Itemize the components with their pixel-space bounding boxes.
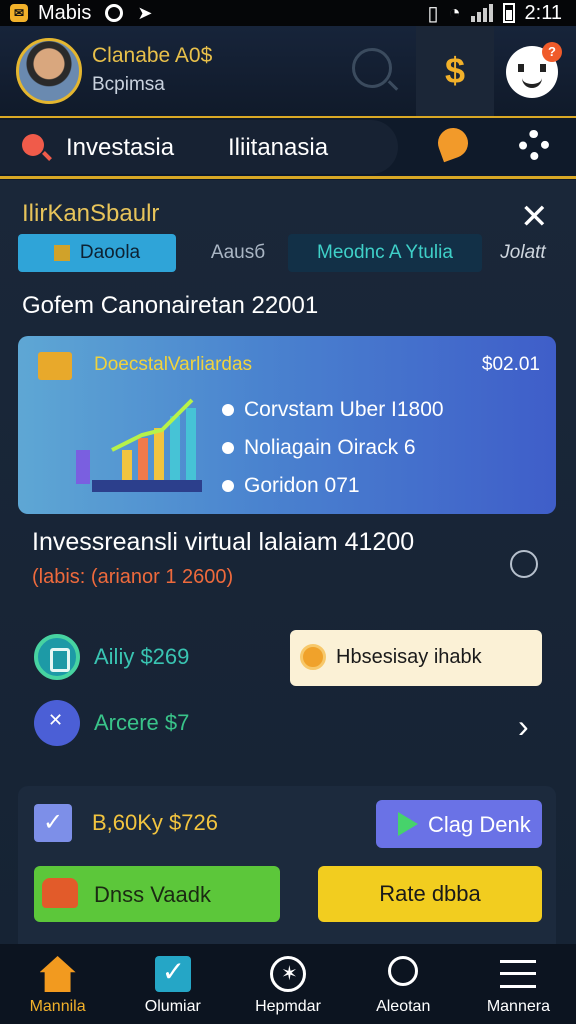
coin-icon <box>300 644 326 670</box>
clock: 2:11 <box>524 1 562 24</box>
app-header: Clanabe A0$ Bcpimsa $ ? <box>0 26 576 118</box>
warning-line: (labis: (arianor 1 2600) <box>32 566 234 588</box>
checkbox-icon <box>154 955 191 992</box>
dnd-icon <box>105 4 124 22</box>
hb-button[interactable]: Hbsesisay ihabk <box>290 630 542 686</box>
profile-face-icon[interactable]: ? <box>506 42 562 98</box>
nav-item-explore[interactable]: Hepmdar <box>230 944 345 1024</box>
segment-meodnc[interactable]: Meodnc A Ytulia <box>288 234 482 272</box>
section-heading: Gofem Canonairetan 22001 <box>22 292 319 319</box>
investment-line: Invessreansli virtual lalaiam 41200 <box>32 528 415 556</box>
star-icon <box>270 956 306 992</box>
balance-1: Ailiy $269 <box>94 644 190 669</box>
close-icon[interactable]: ✕ <box>520 200 549 234</box>
action-card: B,60Ky $726 Clag Denk Dnss Vaadk Rate db… <box>18 786 556 956</box>
wifi-icon: ◔ <box>448 1 461 24</box>
main-panel: IlirKanSbaulr ✕ Daoola Aausб Meodnc A Yt… <box>0 180 576 956</box>
summary-card[interactable]: DoecstalVarliardas $02.01 Corvstam Uber … <box>18 336 556 514</box>
coin-icon <box>53 244 70 261</box>
nav-item-home[interactable]: Mannila <box>0 944 115 1024</box>
battery-icon <box>502 3 515 23</box>
menu-icon <box>500 960 537 988</box>
vibrate-icon: ▯ <box>427 2 439 25</box>
stat-1: Corvstam Uber I1800 <box>222 398 444 422</box>
carrier-icon: ✉ <box>10 4 28 22</box>
day-button[interactable]: Clag Denk <box>376 800 542 848</box>
chevron-right-icon[interactable]: › <box>518 708 529 745</box>
segment-tabs: Daoola Aausб Meodnc A Ytulia Jolatt <box>18 234 558 272</box>
search-tab-icon <box>22 134 44 156</box>
stat-2: Noliagain Oirack 6 <box>222 436 416 460</box>
card-label: DoecstalVarliardas <box>94 354 253 375</box>
avatar[interactable] <box>16 38 82 104</box>
gear-icon[interactable] <box>519 130 549 160</box>
status-icons: ▯ ◔ 2:11 <box>427 1 562 26</box>
status-bar: ✉ Mabis ➤ ▯ ◔ 2:11 <box>0 0 576 26</box>
segment-daoola[interactable]: Daoola <box>18 234 176 272</box>
home-icon <box>39 956 76 992</box>
chat-icon <box>34 700 80 746</box>
nav-item-search[interactable]: Aleotan <box>346 944 461 1024</box>
send-icon: ➤ <box>137 2 153 23</box>
dollar-icon[interactable]: $ <box>416 26 494 116</box>
segment-aausb[interactable]: Aausб <box>188 234 288 272</box>
carrier-name: Mabis <box>38 1 92 24</box>
segment-jolatt[interactable]: Jolatt <box>488 234 558 272</box>
balance-2: Arcere $7 <box>94 710 190 735</box>
growth-chart-icon <box>76 398 202 492</box>
search-icon <box>388 956 419 986</box>
tab-row: Investasia Iliitanasia <box>0 118 576 179</box>
info-icon[interactable] <box>510 550 538 578</box>
nav-item-tasks[interactable]: Olumiar <box>115 944 230 1024</box>
notification-badge-icon: ? <box>542 42 562 62</box>
tab-pill: Investasia Iliitanasia <box>0 120 398 174</box>
panel-title: IlirKanSbaulr <box>22 200 160 227</box>
user-subtitle: Bcpimsa <box>92 74 165 95</box>
green-button[interactable]: Dnss Vaadk <box>34 866 280 922</box>
search-icon[interactable] <box>352 48 392 88</box>
bottom-nav: Mannila Olumiar Hepmdar Aleotan Mannera <box>0 944 576 1024</box>
balance-3: B,60Ky $726 <box>92 810 218 835</box>
car-icon <box>42 878 78 908</box>
yellow-button[interactable]: Rate dbba <box>318 866 542 922</box>
user-name: Clanabe A0$ <box>92 44 213 67</box>
signal-icon <box>470 4 493 22</box>
box-icon <box>38 352 72 380</box>
nav-item-menu[interactable]: Mannera <box>461 944 576 1024</box>
hex-icon <box>34 634 80 680</box>
stat-3: Goridon 071 <box>222 474 360 498</box>
play-icon <box>398 812 418 836</box>
envelope-icon <box>34 804 72 842</box>
tab-iliitanasia[interactable]: Iliitanasia <box>228 134 328 162</box>
tab-investasia[interactable]: Investasia <box>66 134 174 162</box>
card-amount: $02.01 <box>481 354 540 375</box>
